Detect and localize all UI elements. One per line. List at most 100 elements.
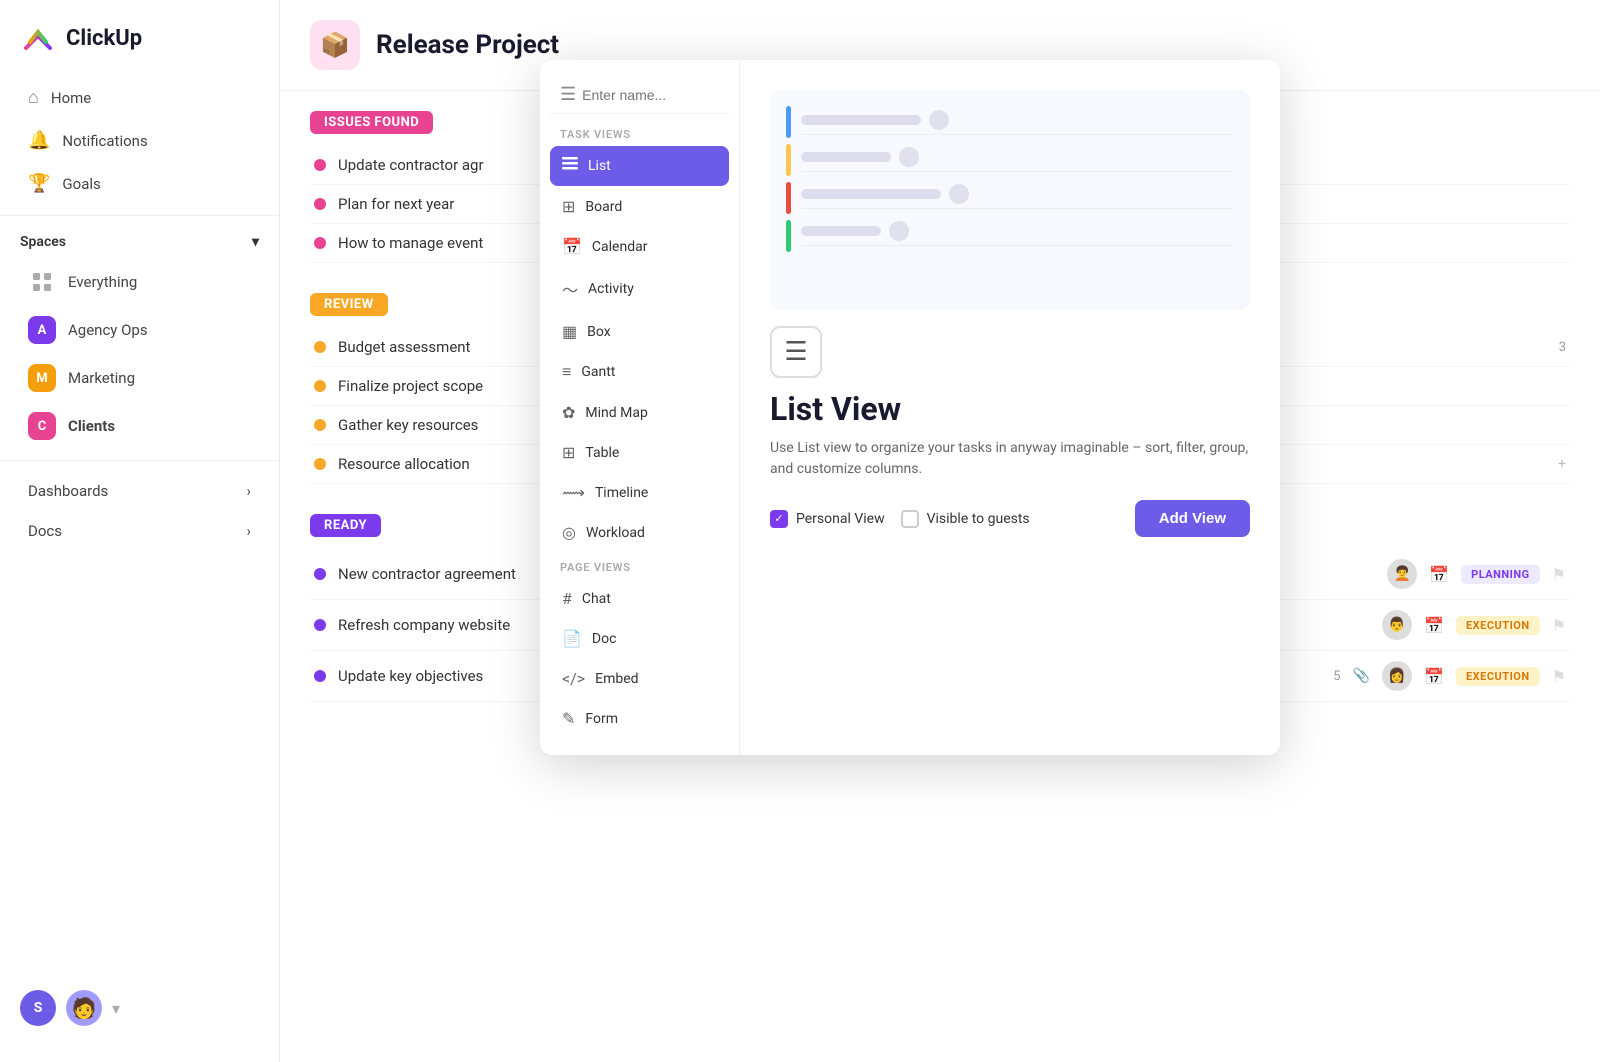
doc-view-label: Doc — [592, 631, 617, 647]
table-view-label: Table — [585, 445, 619, 461]
view-item-chat[interactable]: # Chat — [550, 579, 729, 618]
view-name-search: ☰ — [550, 76, 729, 114]
sidebar-item-clients[interactable]: C Clients — [8, 403, 271, 449]
view-item-table[interactable]: ⊞ Table — [550, 433, 729, 472]
sidebar-divider — [0, 215, 279, 216]
workload-view-label: Workload — [586, 525, 645, 541]
gantt-view-icon: ≡ — [562, 362, 571, 382]
visible-guests-option[interactable]: Visible to guests — [901, 510, 1030, 528]
docs-chevron-icon: › — [246, 522, 251, 540]
task-views-label: TASK VIEWS — [550, 120, 729, 145]
view-name-input[interactable] — [582, 87, 719, 103]
form-view-label: Form — [585, 711, 618, 727]
sidebar-item-home-label: Home — [51, 89, 91, 107]
task-status-dot — [314, 380, 326, 392]
embed-view-icon: </> — [562, 669, 585, 688]
paperclip-icon: 📎 — [1353, 668, 1370, 684]
agency-ops-label: Agency Ops — [68, 321, 148, 339]
box-view-label: Box — [587, 324, 611, 340]
sidebar-item-goals-label: Goals — [62, 175, 100, 193]
project-title: Release Project — [376, 30, 559, 60]
view-item-gantt[interactable]: ≡ Gantt — [550, 352, 729, 392]
timeline-view-icon: ⟿ — [562, 483, 585, 502]
view-item-box[interactable]: ▦ Box — [550, 312, 729, 351]
list-view-label: List — [588, 158, 611, 174]
personal-view-checkbox[interactable]: ✓ — [770, 510, 788, 528]
box-view-icon: ▦ — [562, 322, 577, 341]
sidebar-item-notifications[interactable]: 🔔 Notifications — [8, 120, 271, 161]
bell-icon: 🔔 — [28, 130, 50, 151]
view-item-activity[interactable]: 〜 Activity — [550, 267, 729, 311]
board-view-label: Board — [585, 199, 622, 215]
sidebar-item-marketing[interactable]: M Marketing — [8, 355, 271, 401]
sidebar-bottom: S 🧑 ▾ — [0, 974, 279, 1042]
user-avatar-photo[interactable]: 🧑 — [66, 990, 102, 1026]
clickup-logo-icon — [20, 20, 56, 56]
user-dropdown-icon[interactable]: ▾ — [112, 999, 120, 1018]
task-status-dot — [314, 198, 326, 210]
review-header: REVIEW — [310, 293, 388, 316]
sidebar-item-notifications-label: Notifications — [62, 132, 147, 150]
gantt-view-label: Gantt — [581, 364, 615, 380]
view-item-list[interactable]: List — [550, 146, 729, 186]
sidebar-item-goals[interactable]: 🏆 Goals — [8, 163, 271, 204]
clients-avatar: C — [28, 412, 56, 440]
list-view-symbol-icon: ☰ — [770, 326, 822, 378]
task-status-badge: PLANNING — [1461, 565, 1540, 584]
logo-area: ClickUp — [0, 20, 279, 76]
view-item-form[interactable]: ✎ Form — [550, 699, 729, 738]
dropdown-right-panel: ☰ List View Use List view to organize yo… — [740, 60, 1280, 755]
task-status-dot — [314, 458, 326, 470]
form-view-icon: ✎ — [562, 709, 575, 728]
sidebar-item-everything[interactable]: Everything — [8, 259, 271, 305]
trophy-icon: 🏆 — [28, 173, 50, 194]
flag-icon: ⚑ — [1552, 667, 1566, 686]
task-assignee-avatar: 👨 — [1382, 610, 1412, 640]
spaces-label: Spaces — [20, 234, 66, 250]
activity-view-label: Activity — [588, 281, 634, 297]
task-status-dot — [314, 568, 326, 580]
task-add-icon[interactable]: + — [1558, 456, 1566, 472]
view-item-board[interactable]: ⊞ Board — [550, 187, 729, 226]
view-item-workload[interactable]: ◎ Workload — [550, 513, 729, 552]
page-views-label: PAGE VIEWS — [550, 553, 729, 578]
mindmap-view-icon: ✿ — [562, 403, 575, 422]
view-item-doc[interactable]: 📄 Doc — [550, 619, 729, 658]
calendar-icon: 📅 — [1424, 667, 1444, 686]
sidebar-divider-2 — [0, 460, 279, 461]
calendar-view-label: Calendar — [592, 239, 648, 255]
view-item-embed[interactable]: </> Embed — [550, 659, 729, 698]
task-assignee-avatar: 🧑‍🦱 — [1387, 559, 1417, 589]
project-icon: 📦 — [310, 20, 360, 70]
doc-view-icon: 📄 — [562, 629, 582, 648]
calendar-icon: 📅 — [1424, 616, 1444, 635]
clients-label: Clients — [68, 417, 115, 435]
personal-view-option[interactable]: ✓ Personal View — [770, 510, 885, 528]
dashboards-chevron-icon: › — [246, 482, 251, 500]
activity-view-icon: 〜 — [562, 277, 578, 301]
dashboards-label: Dashboards — [28, 482, 108, 500]
visible-guests-checkbox[interactable] — [901, 510, 919, 528]
sidebar-item-agency-ops[interactable]: A Agency Ops — [8, 307, 271, 353]
calendar-view-icon: 📅 — [562, 237, 582, 256]
issues-header: ISSUES FOUND — [310, 111, 433, 134]
agency-ops-avatar: A — [28, 316, 56, 344]
sidebar-item-home[interactable]: ⌂ Home — [8, 77, 271, 118]
add-view-button[interactable]: Add View — [1135, 500, 1250, 537]
view-item-mindmap[interactable]: ✿ Mind Map — [550, 393, 729, 432]
task-status-dot — [314, 159, 326, 171]
sidebar-item-dashboards[interactable]: Dashboards › — [8, 472, 271, 510]
spaces-header[interactable]: Spaces ▾ — [0, 226, 279, 258]
task-status-dot — [314, 341, 326, 353]
mindmap-view-label: Mind Map — [585, 405, 647, 421]
timeline-view-label: Timeline — [595, 485, 648, 501]
marketing-avatar: M — [28, 364, 56, 392]
spaces-chevron-icon: ▾ — [252, 234, 259, 250]
sidebar-item-docs[interactable]: Docs › — [8, 512, 271, 550]
view-item-calendar[interactable]: 📅 Calendar — [550, 227, 729, 266]
view-item-timeline[interactable]: ⟿ Timeline — [550, 473, 729, 512]
list-view-preview — [770, 90, 1250, 310]
visible-guests-label: Visible to guests — [927, 511, 1030, 527]
user-avatar-s[interactable]: S — [20, 990, 56, 1026]
everything-label: Everything — [68, 273, 137, 291]
